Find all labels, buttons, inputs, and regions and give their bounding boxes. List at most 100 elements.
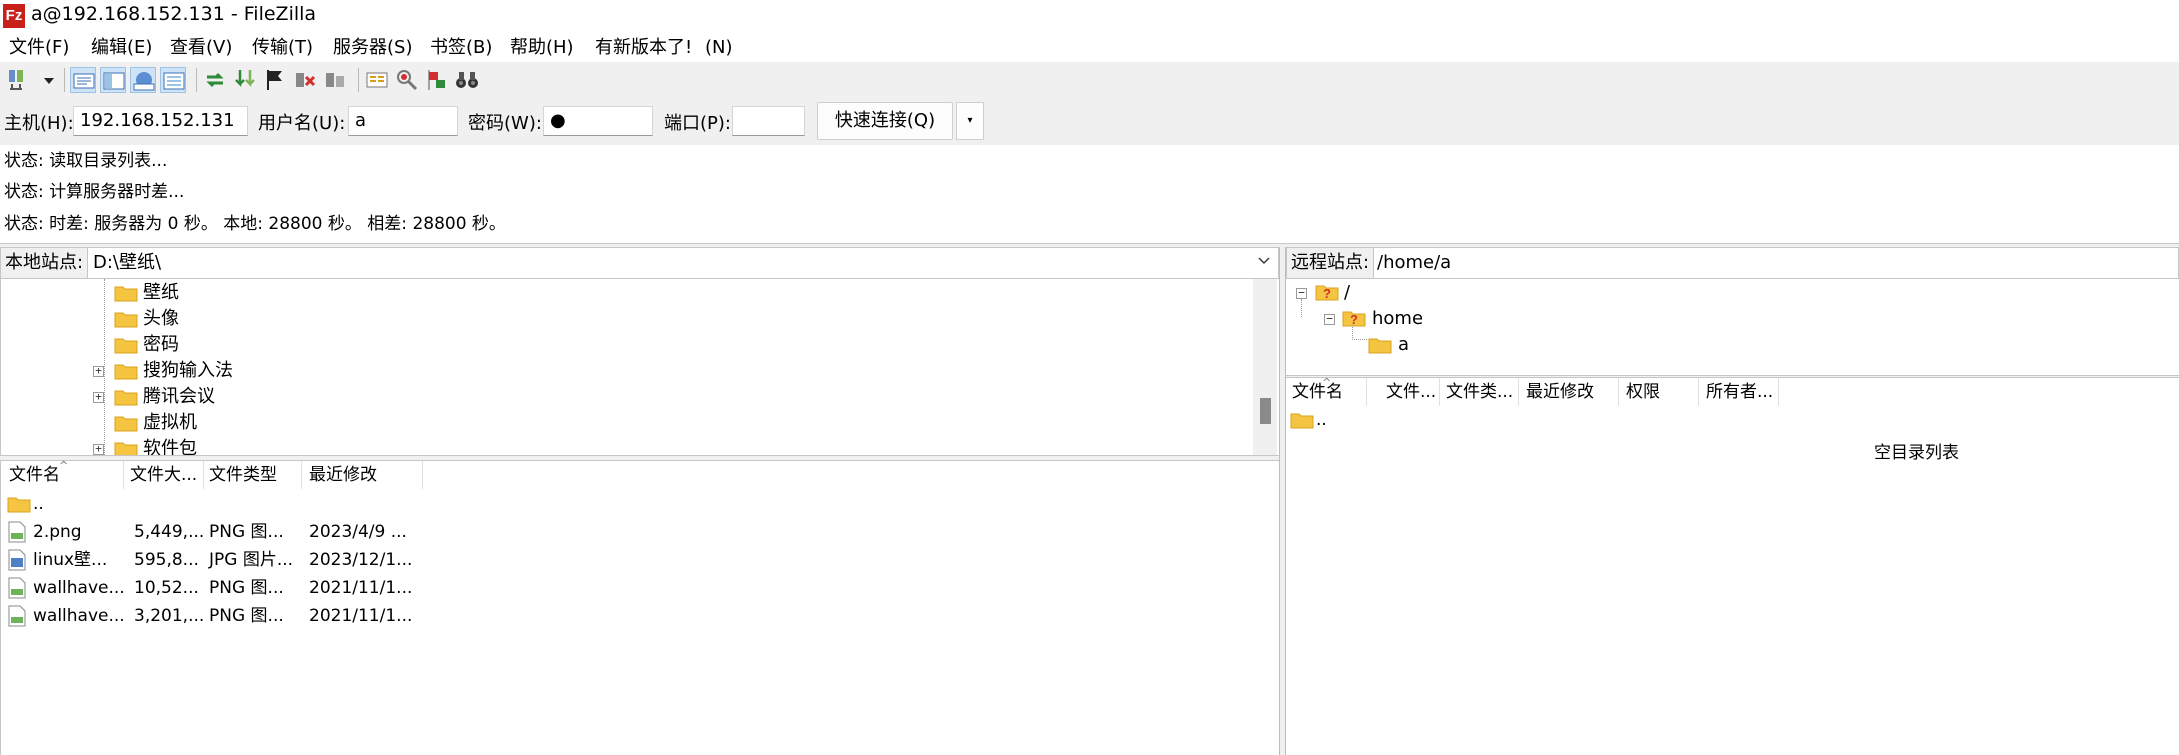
password-input[interactable]: ● bbox=[543, 106, 653, 136]
tree-item[interactable]: 壁纸 bbox=[1, 280, 1251, 306]
directory-compare-icon[interactable] bbox=[364, 67, 390, 93]
tree-item[interactable]: + 腾讯会议 bbox=[1, 384, 1251, 410]
column-separator[interactable] bbox=[301, 461, 302, 489]
png-file-icon bbox=[8, 577, 26, 599]
port-input[interactable] bbox=[732, 106, 805, 136]
toggle-local-tree-icon[interactable] bbox=[100, 67, 126, 93]
table-row[interactable]: wallhave... 3,201,... PNG 图... 2021/11/1… bbox=[1, 602, 1271, 630]
table-row[interactable]: .. bbox=[1, 490, 1271, 518]
tree-item[interactable]: a bbox=[1286, 332, 2166, 358]
tree-item-label: a bbox=[1398, 334, 1410, 355]
expand-icon[interactable]: + bbox=[93, 391, 104, 403]
table-row[interactable]: .. bbox=[1286, 406, 2166, 434]
table-row[interactable]: linux壁... 595,8... JPG 图片... 2023/12/1..… bbox=[1, 546, 1271, 574]
menu-new-version[interactable]: 有新版本了! bbox=[595, 34, 692, 62]
tree-item[interactable]: − ? / bbox=[1286, 280, 2166, 306]
toolbar bbox=[0, 62, 2179, 100]
column-header-filename[interactable]: 文件名 bbox=[1292, 378, 1343, 406]
file-name: .. bbox=[33, 494, 44, 514]
toggle-remote-tree-icon[interactable] bbox=[130, 67, 156, 93]
column-header-permissions[interactable]: 权限 bbox=[1626, 378, 1660, 406]
menu-server[interactable]: 服务器(S) bbox=[333, 34, 412, 62]
message-log: 状态: 读取目录列表... 状态: 计算服务器时差... 状态: 时差: 服务器… bbox=[0, 145, 2179, 244]
column-header-filesize[interactable]: 文件大... bbox=[130, 461, 197, 489]
scrollbar-thumb[interactable] bbox=[1260, 398, 1271, 424]
quickconnect-dropdown-button[interactable]: ▾ bbox=[956, 102, 984, 140]
column-header-filetype[interactable]: 文件类... bbox=[1446, 378, 1513, 406]
collapse-icon[interactable]: − bbox=[1296, 287, 1307, 299]
menu-file[interactable]: 文件(F) bbox=[9, 34, 69, 62]
file-modified: 2021/11/1... bbox=[309, 578, 413, 598]
column-separator[interactable] bbox=[1439, 378, 1440, 406]
empty-directory-message: 空目录列表 bbox=[1874, 443, 1959, 463]
column-separator[interactable] bbox=[123, 461, 124, 489]
column-separator[interactable] bbox=[1618, 378, 1619, 406]
menu-transfer[interactable]: 传输(T) bbox=[252, 34, 313, 62]
unknown-folder-icon: ? bbox=[1315, 285, 1339, 301]
folder-icon bbox=[114, 312, 138, 328]
remote-site-bar: 远程站点: /home/a bbox=[1286, 247, 2179, 279]
folder-icon bbox=[1368, 338, 1392, 354]
column-separator[interactable] bbox=[422, 461, 423, 489]
toolbar-separator bbox=[196, 68, 197, 92]
toggle-log-icon[interactable] bbox=[70, 67, 96, 93]
menu-edit[interactable]: 编辑(E) bbox=[91, 34, 152, 62]
file-name: wallhave... bbox=[33, 578, 125, 598]
menu-bar: 文件(F) 编辑(E) 查看(V) 传输(T) 服务器(S) 书签(B) 帮助(… bbox=[0, 34, 2179, 62]
password-label: 密码(W): bbox=[468, 113, 542, 134]
menu-new-version-shortcut[interactable]: (N) bbox=[705, 34, 733, 62]
column-header-modified[interactable]: 最近修改 bbox=[1526, 378, 1594, 406]
sort-asc-icon: ^ bbox=[1322, 376, 1332, 389]
expand-icon[interactable]: + bbox=[93, 365, 104, 377]
local-path-input[interactable]: D:\壁纸\ bbox=[93, 248, 161, 278]
reconnect-icon[interactable] bbox=[322, 67, 348, 93]
table-row[interactable]: 2.png 5,449,... PNG 图... 2023/4/9 ... bbox=[1, 518, 1271, 546]
column-header-filetype[interactable]: 文件类型 bbox=[209, 461, 277, 489]
collapse-icon[interactable]: − bbox=[1324, 313, 1335, 325]
process-queue-icon[interactable] bbox=[232, 67, 258, 93]
chevron-down-icon[interactable] bbox=[1257, 254, 1271, 271]
host-input[interactable]: 192.168.152.131 bbox=[73, 106, 248, 136]
title-bar: Fz a@192.168.152.131 - FileZilla bbox=[0, 0, 2179, 32]
pane-splitter[interactable] bbox=[1279, 245, 1286, 755]
username-input[interactable]: a bbox=[348, 106, 458, 136]
folder-icon bbox=[114, 338, 138, 354]
folder-icon bbox=[114, 416, 138, 432]
remote-path-input[interactable]: /home/a bbox=[1377, 248, 1451, 278]
sync-browse-icon[interactable] bbox=[424, 67, 450, 93]
column-separator[interactable] bbox=[1778, 378, 1779, 406]
disconnect-icon[interactable] bbox=[292, 67, 318, 93]
username-label: 用户名(U): bbox=[258, 113, 346, 134]
column-header-filename[interactable]: 文件名 bbox=[9, 461, 60, 489]
tree-item[interactable]: − ? home bbox=[1286, 306, 2166, 332]
file-size: 5,449,... bbox=[134, 522, 205, 542]
quickconnect-button[interactable]: 快速连接(Q) bbox=[817, 102, 953, 140]
column-separator[interactable] bbox=[1698, 378, 1699, 406]
table-row[interactable]: wallhave... 10,52... PNG 图... 2021/11/1.… bbox=[1, 574, 1271, 602]
menu-view[interactable]: 查看(V) bbox=[170, 34, 232, 62]
tree-item[interactable]: + 软件包 bbox=[1, 436, 1251, 455]
site-manager-icon[interactable] bbox=[6, 67, 32, 93]
filter-icon[interactable] bbox=[394, 67, 420, 93]
host-label: 主机(H): bbox=[4, 113, 74, 134]
toggle-queue-icon[interactable] bbox=[160, 67, 186, 93]
column-header-modified[interactable]: 最近修改 bbox=[309, 461, 377, 489]
column-header-owner[interactable]: 所有者... bbox=[1706, 378, 1773, 406]
expand-icon[interactable]: + bbox=[93, 443, 104, 455]
local-site-bar: 本地站点: D:\壁纸\ bbox=[0, 247, 1279, 279]
tree-item[interactable]: 虚拟机 bbox=[1, 410, 1251, 436]
refresh-icon[interactable] bbox=[202, 67, 228, 93]
local-tree-scrollbar[interactable] bbox=[1253, 279, 1277, 455]
dropdown-arrow-icon[interactable] bbox=[36, 67, 54, 93]
tree-item[interactable]: 密码 bbox=[1, 332, 1251, 358]
tree-item[interactable]: 头像 bbox=[1, 306, 1251, 332]
search-icon[interactable] bbox=[454, 67, 480, 93]
column-header-filesize[interactable]: 文件... bbox=[1386, 378, 1436, 406]
column-separator[interactable] bbox=[1366, 378, 1367, 406]
cancel-icon[interactable] bbox=[262, 67, 288, 93]
column-separator[interactable] bbox=[203, 461, 204, 489]
menu-help[interactable]: 帮助(H) bbox=[510, 34, 574, 62]
menu-bookmarks[interactable]: 书签(B) bbox=[430, 34, 492, 62]
column-separator[interactable] bbox=[1518, 378, 1519, 406]
tree-item[interactable]: + 搜狗输入法 bbox=[1, 358, 1251, 384]
